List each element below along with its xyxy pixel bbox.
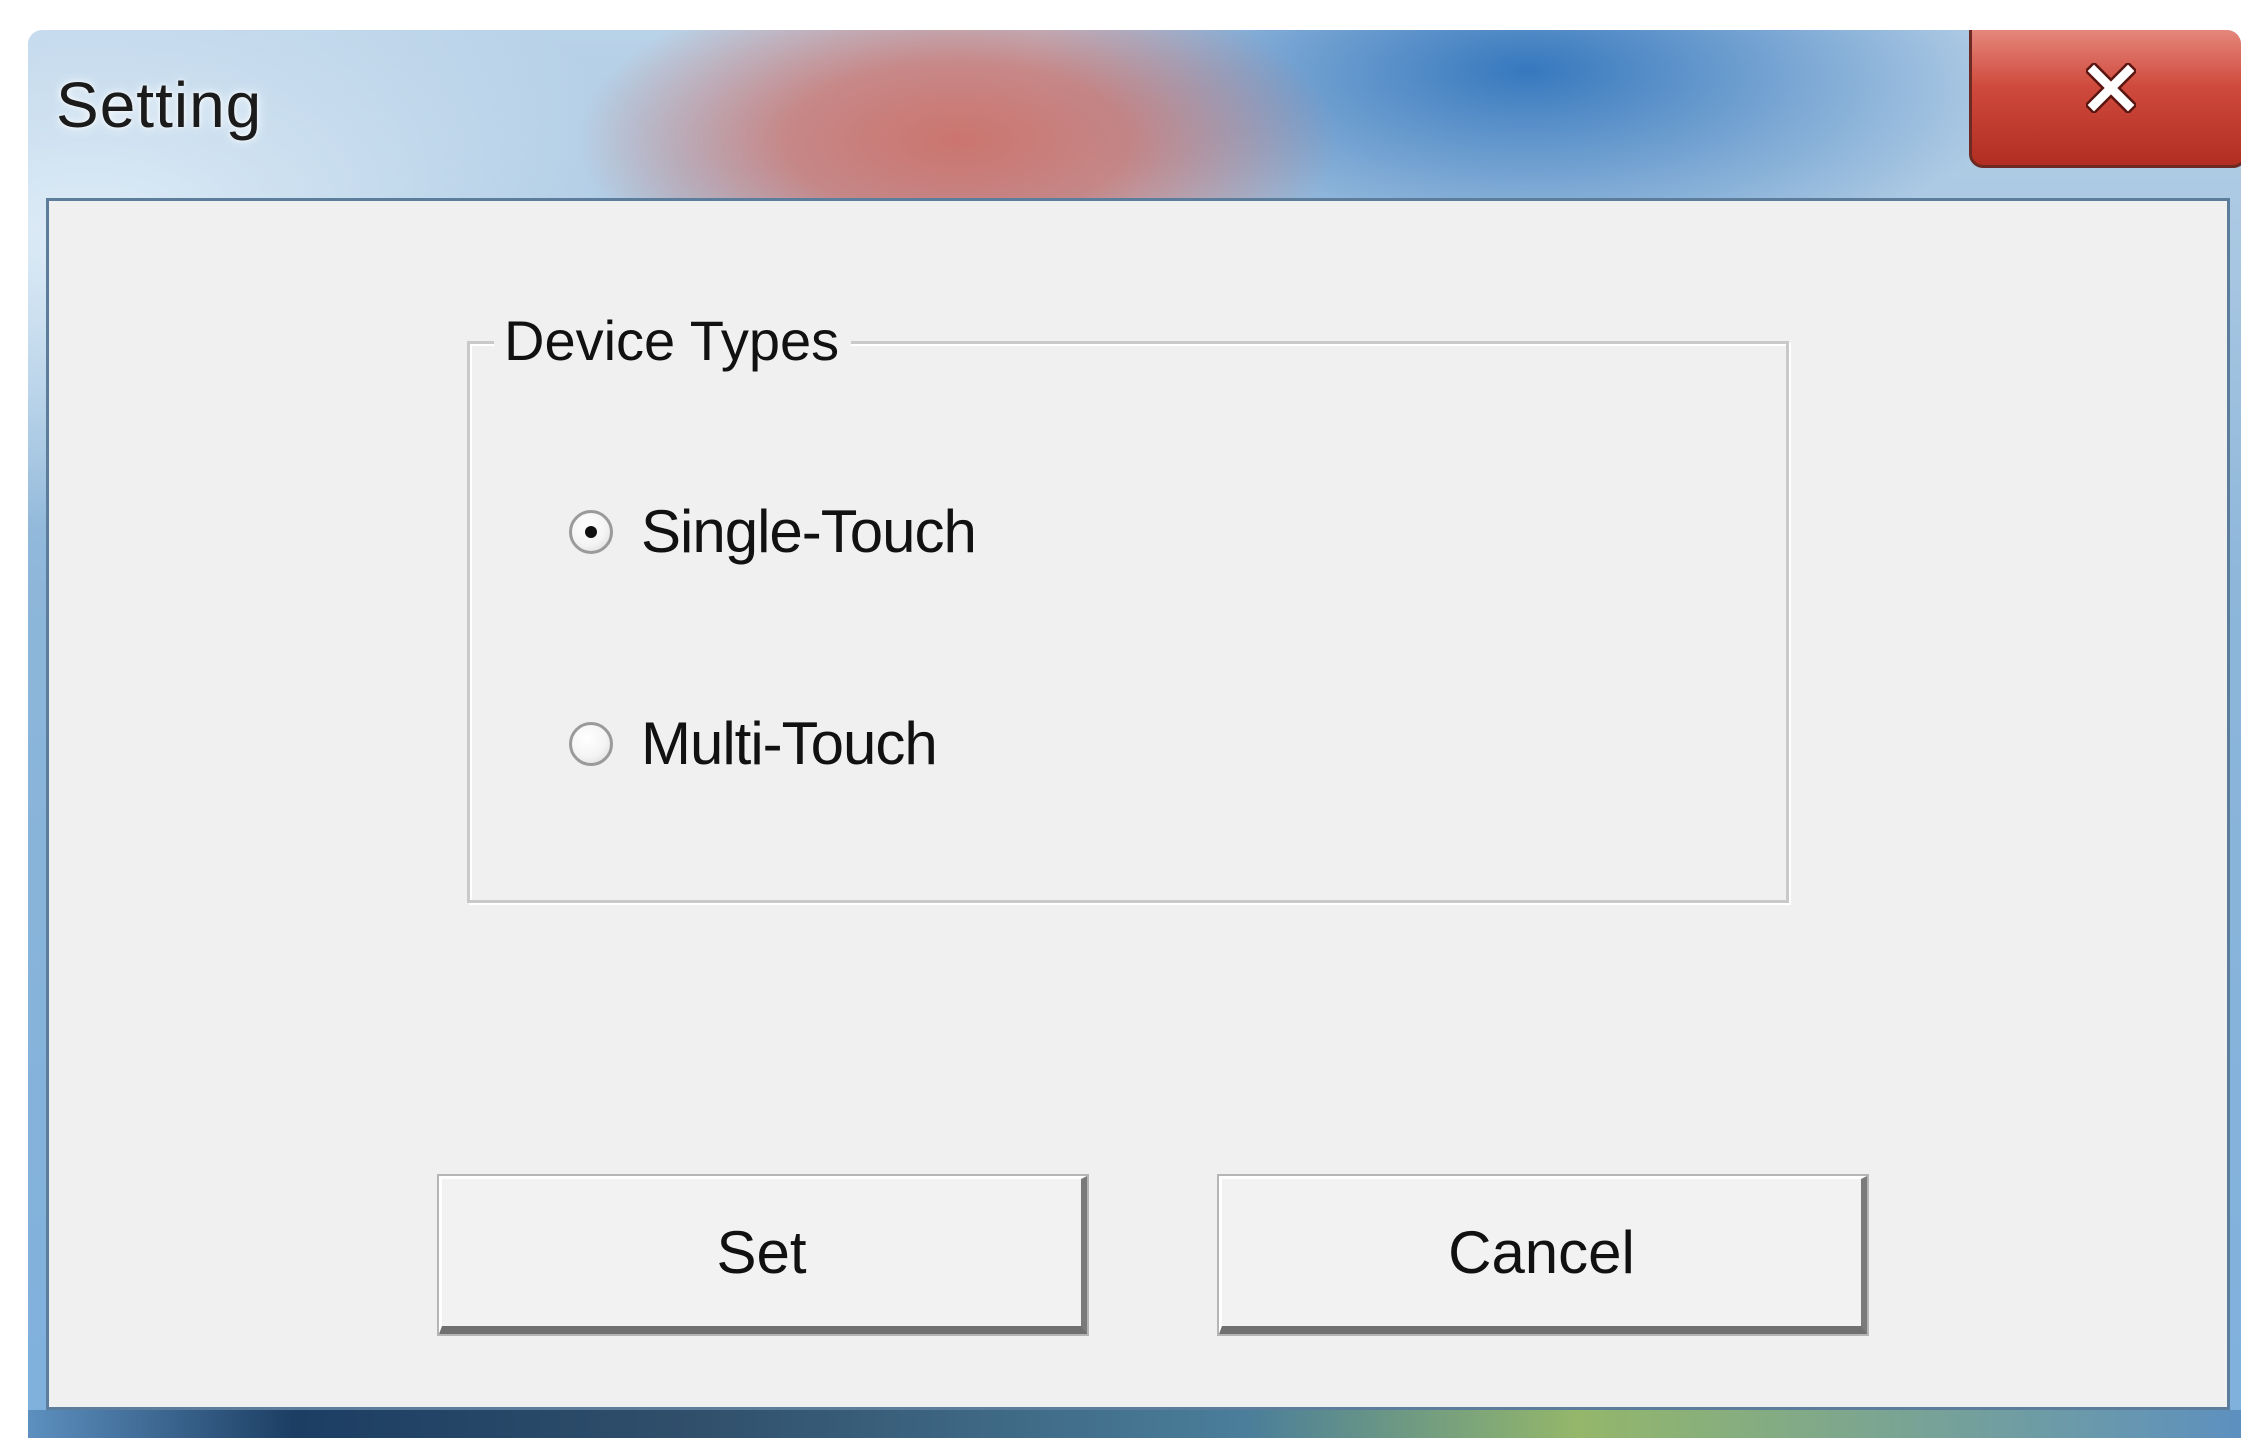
cancel-button[interactable]: Cancel (1219, 1176, 1867, 1334)
multi-touch-radio-button[interactable] (569, 721, 613, 766)
setting-dialog-window: Setting Device Types Single-Touch Multi-… (28, 30, 2241, 1438)
dialog-client-area: Device Types Single-Touch Multi-Touch Se… (46, 198, 2230, 1410)
window-bottom-edge (28, 1410, 2241, 1438)
close-x-icon (2086, 63, 2136, 113)
radio-single-touch[interactable]: Single-Touch (569, 497, 977, 566)
window-title: Setting (56, 69, 263, 141)
radio-multi-touch[interactable]: Multi-Touch (569, 709, 938, 778)
device-types-label: Device Types (494, 303, 852, 379)
single-touch-radio-button[interactable] (569, 509, 613, 554)
single-touch-label: Single-Touch (641, 498, 977, 565)
multi-touch-label: Multi-Touch (641, 710, 938, 777)
close-button[interactable] (1969, 30, 2241, 168)
radio-selected-dot-icon (585, 525, 597, 538)
set-button[interactable]: Set (439, 1176, 1087, 1334)
device-types-groupbox (467, 341, 1789, 903)
